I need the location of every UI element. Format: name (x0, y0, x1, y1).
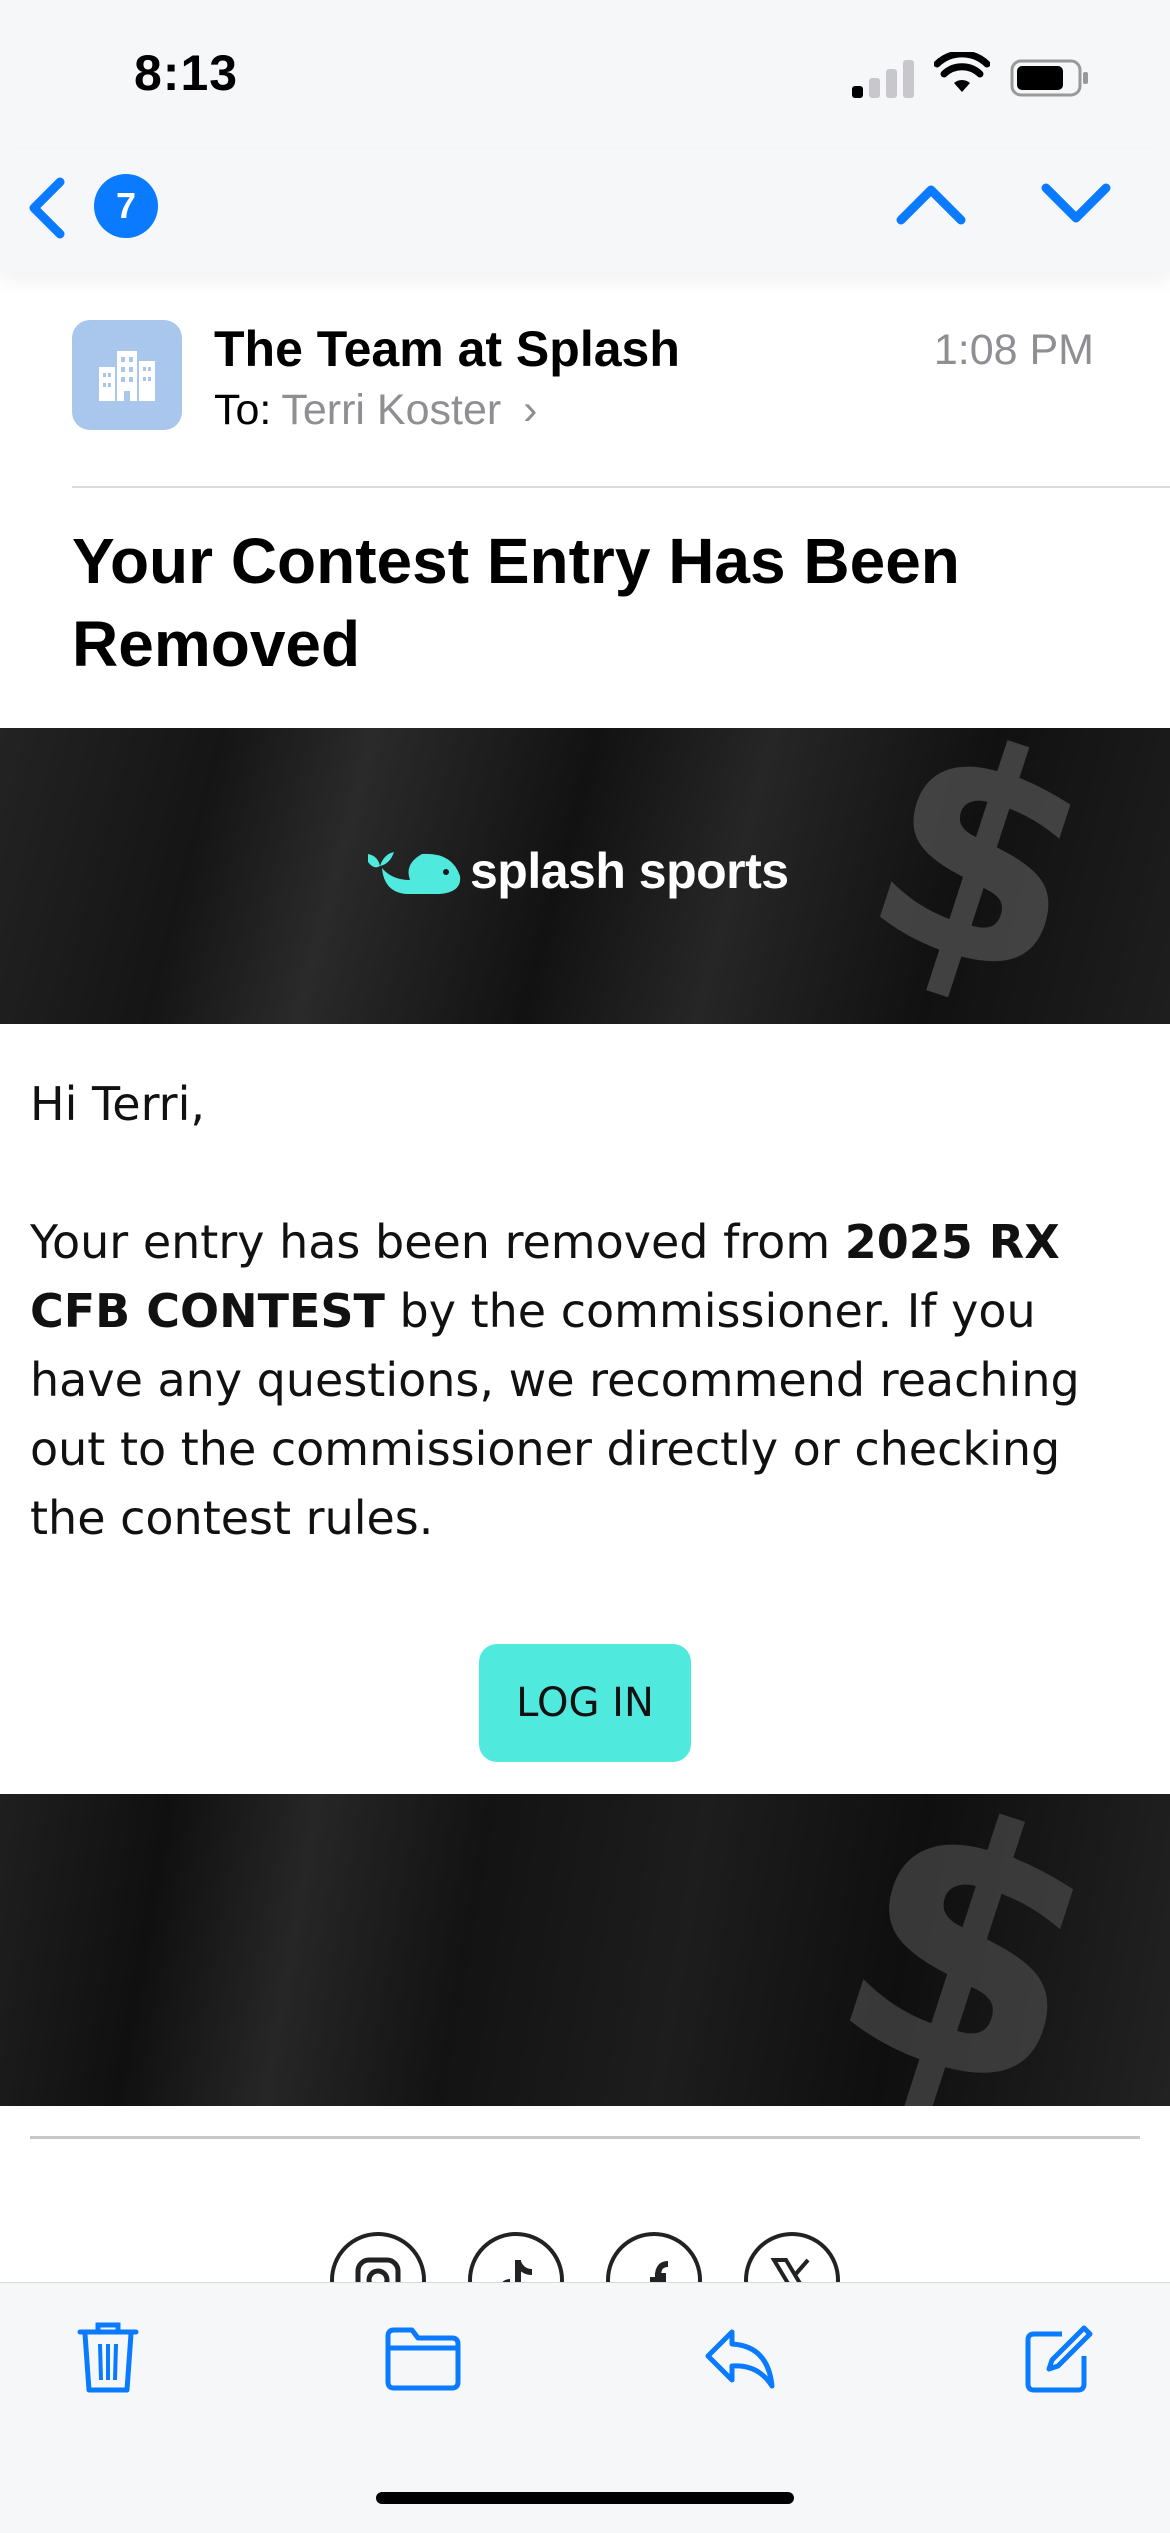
unread-count-badge[interactable]: 7 (94, 174, 158, 238)
chevron-up-icon[interactable] (895, 178, 967, 228)
recipient-line[interactable]: To: Terri Koster › (214, 386, 538, 435)
mail-navigation-bar (0, 150, 1170, 272)
wifi-icon (934, 52, 990, 92)
footer-divider (30, 2136, 1140, 2139)
footer-banner: $ (0, 1794, 1170, 2106)
reply-icon[interactable] (702, 2326, 778, 2392)
splash-sports-logo: splash sports (366, 842, 789, 900)
to-label: To: (214, 386, 272, 434)
dollar-sign-graphic: $ (794, 1794, 1142, 2106)
dollar-sign-graphic: $ (832, 728, 1129, 1024)
email-timestamp: 1:08 PM (933, 326, 1094, 374)
status-time: 8:13 (134, 45, 239, 101)
brand-name: splash sports (470, 843, 789, 899)
sender-avatar (72, 320, 182, 430)
message-paragraph: Your entry has been removed from 2025 RX… (30, 1208, 1140, 1553)
log-in-button[interactable]: LOG IN (479, 1644, 691, 1762)
whale-icon (368, 852, 461, 894)
header-divider (72, 486, 1170, 488)
greeting-text: Hi Terri, (30, 1077, 205, 1131)
chevron-left-icon[interactable] (24, 176, 68, 240)
recipient-name[interactable]: Terri Koster (281, 386, 501, 434)
trash-icon[interactable] (76, 2320, 140, 2396)
chevron-right-icon: › (523, 386, 538, 434)
building-icon (99, 351, 155, 401)
email-subject: Your Contest Entry Has Been Removed (72, 525, 960, 680)
cellular-signal-icon (852, 58, 916, 98)
compose-icon[interactable] (1022, 2324, 1094, 2396)
folder-icon[interactable] (384, 2326, 462, 2392)
home-indicator[interactable] (376, 2492, 794, 2504)
chevron-down-icon[interactable] (1040, 178, 1112, 228)
battery-icon (1010, 59, 1088, 97)
sender-name[interactable]: The Team at Splash (214, 320, 680, 378)
message-intro: Your entry has been removed from (30, 1215, 845, 1269)
